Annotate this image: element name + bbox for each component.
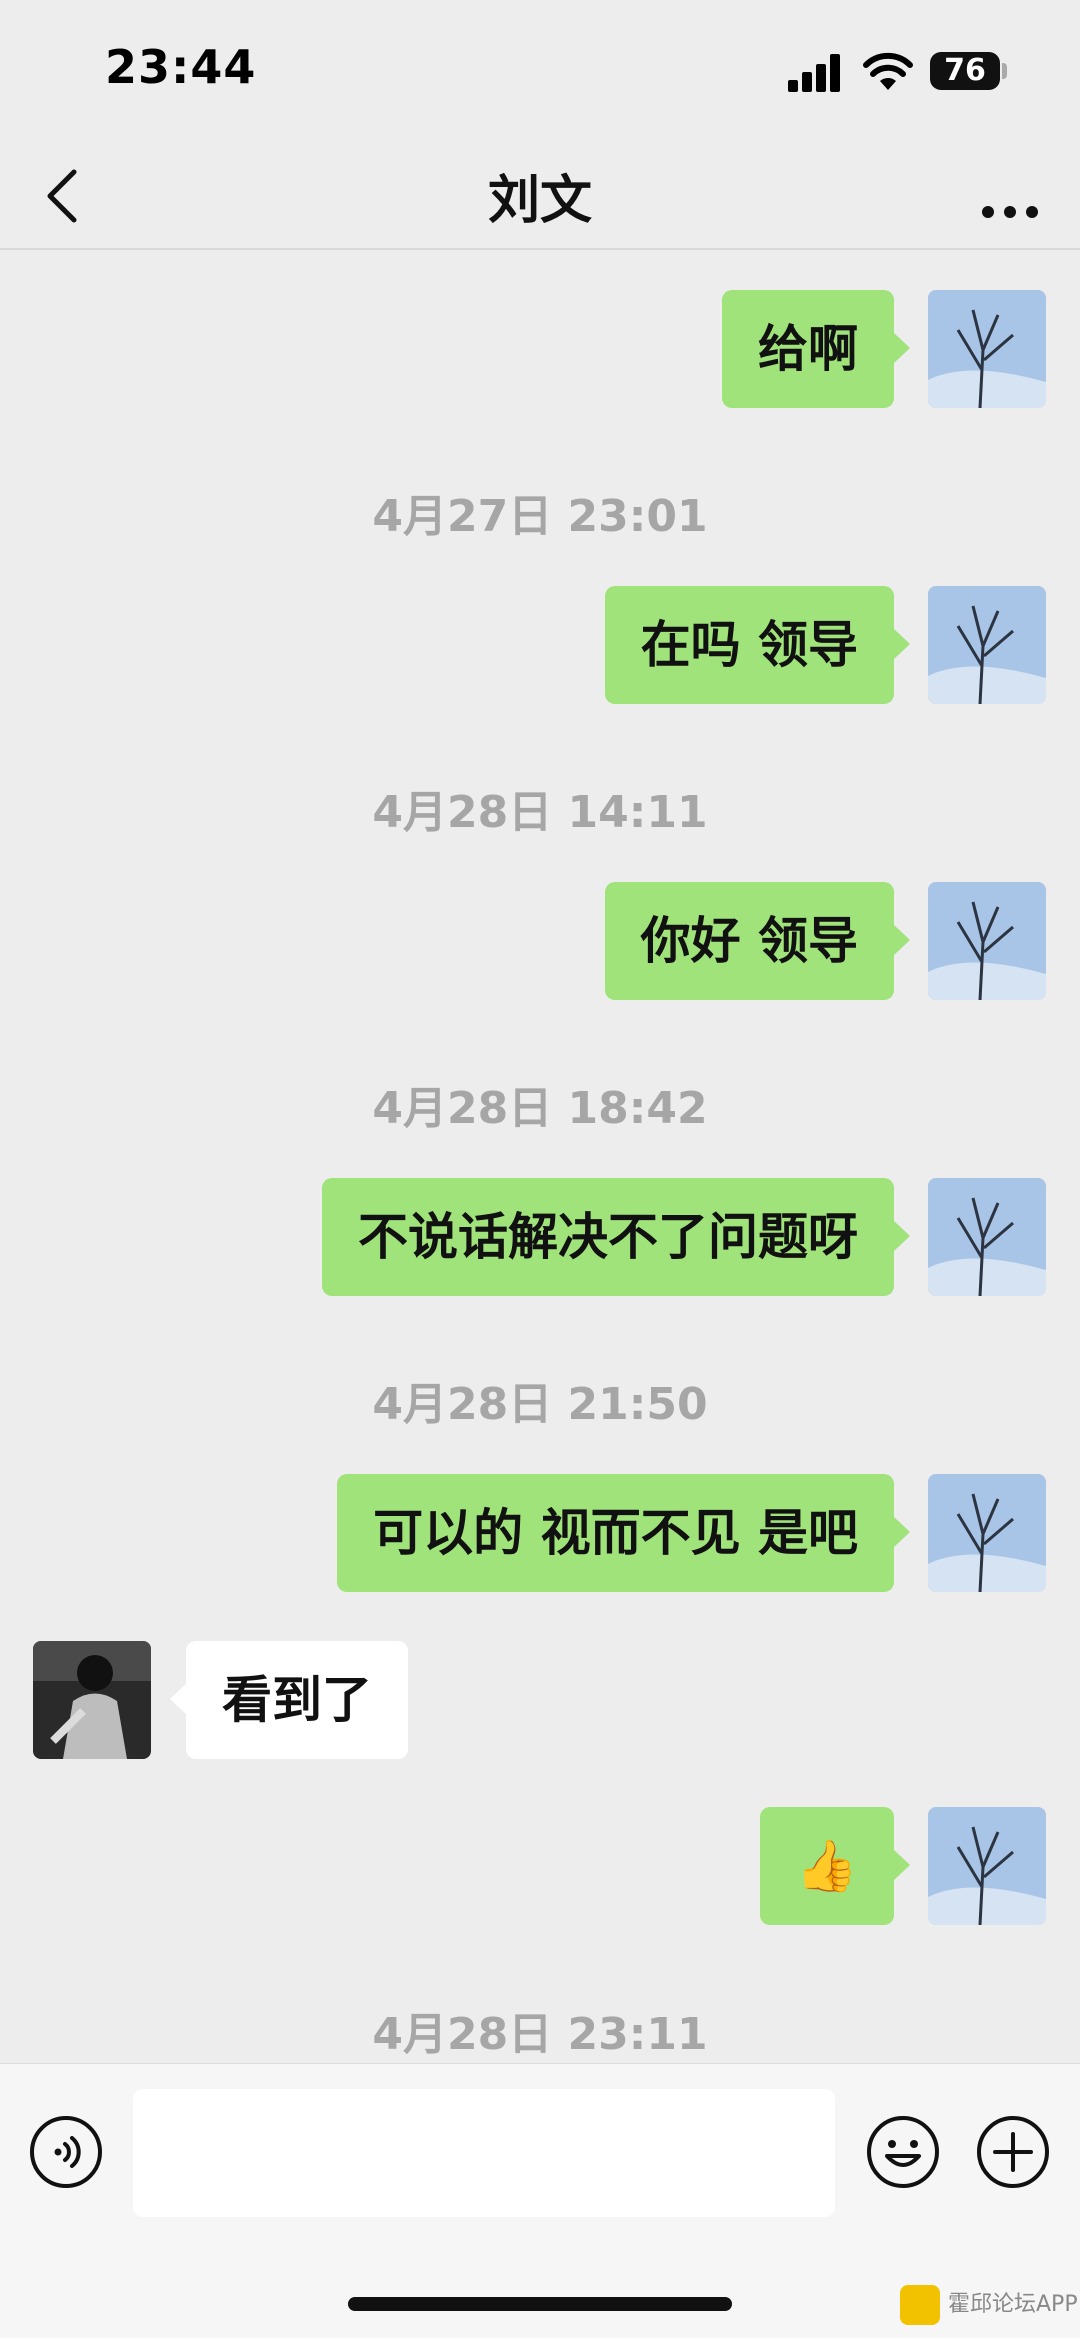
battery-cap [1002, 63, 1007, 79]
contact-avatar[interactable] [33, 1641, 151, 1759]
my-avatar[interactable] [928, 1178, 1046, 1296]
my-avatar[interactable] [928, 290, 1046, 408]
received-message-bubble[interactable]: 看到了 [170, 1641, 408, 1759]
message-timestamp: 4月28日 23:11 [372, 2009, 708, 2060]
my-avatar[interactable] [928, 586, 1046, 704]
chat-header: 刘文 [0, 140, 1080, 250]
sent-message-bubble[interactable]: 👍 [759, 1807, 911, 1925]
message-timestamp: 4月27日 23:01 [372, 491, 708, 542]
voice-input-button[interactable] [28, 2114, 104, 2190]
more-actions-button[interactable] [975, 2114, 1051, 2190]
battery-icon: 76 [930, 52, 1000, 90]
message-timestamp: 4月28日 14:11 [372, 787, 708, 838]
wifi-icon [863, 52, 913, 90]
my-avatar[interactable] [928, 882, 1046, 1000]
message-timestamp: 4月28日 21:50 [372, 1379, 708, 1430]
watermark-text: 霍邱论坛APP [948, 2292, 1078, 2317]
sent-message-bubble[interactable]: 在吗 领导 [604, 586, 911, 704]
watermark: 霍邱论坛APP [900, 2283, 1078, 2327]
my-avatar[interactable] [928, 1474, 1046, 1592]
status-time: 23:44 [105, 40, 257, 94]
sent-message-bubble[interactable]: 你好 领导 [604, 882, 911, 1000]
more-options-button[interactable] [970, 160, 1050, 230]
watermark-logo-icon [900, 2285, 940, 2325]
status-bar: 23:44 76 [0, 0, 1080, 140]
sent-message-bubble[interactable]: 不说话解决不了问题呀 [322, 1178, 910, 1296]
message-input[interactable] [133, 2089, 835, 2217]
chat-title: 刘文 [487, 171, 592, 231]
home-indicator[interactable] [348, 2297, 732, 2311]
message-timestamp: 4月28日 18:42 [372, 1083, 708, 1134]
my-avatar[interactable] [928, 1807, 1046, 1925]
emoji-button[interactable] [865, 2114, 941, 2190]
sent-message-bubble[interactable]: 可以的 视而不见 是吧 [337, 1474, 910, 1592]
cellular-signal-icon [788, 54, 848, 92]
sent-message-bubble[interactable]: 给啊 [722, 290, 910, 408]
